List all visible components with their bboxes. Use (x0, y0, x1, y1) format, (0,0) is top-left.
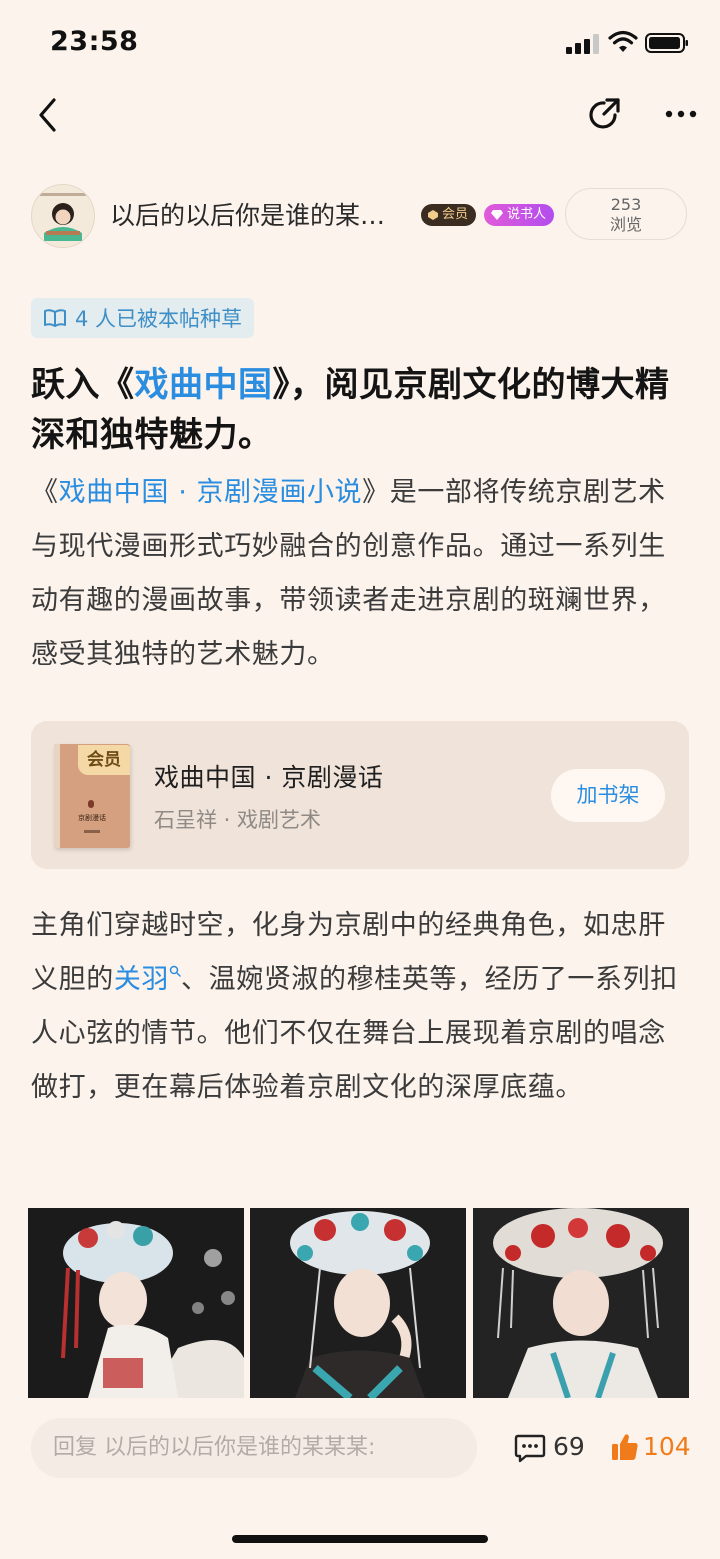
avatar[interactable] (31, 184, 95, 248)
share-icon[interactable] (585, 96, 623, 134)
book-member-tag: 会员 (78, 745, 130, 775)
title-link[interactable]: 戏曲中国 (135, 365, 273, 405)
intro-link[interactable]: 戏曲中国 · 京剧漫画小说 (59, 477, 363, 508)
grass-badge-label: 4 人已被本帖种草 (75, 307, 243, 331)
add-to-shelf-button[interactable]: 加书架 (551, 769, 665, 822)
book-title[interactable]: 戏曲中国 · 京剧漫话 (154, 758, 383, 794)
views-label: 浏览 (609, 215, 642, 234)
signal-icon (566, 34, 599, 54)
comment-count[interactable]: 69 (553, 1432, 585, 1461)
storyteller-badge-label: 说书人 (507, 207, 547, 222)
search-icon[interactable] (169, 965, 181, 979)
book-icon (44, 309, 66, 327)
author-name[interactable]: 以后的以后你是谁的某… (110, 196, 415, 232)
body-paragraph: 主角们穿越时空，化身为京剧中的经典角色，如忠肝义胆的关羽 、温婉贤淑的穆桂英等，经… (31, 899, 691, 1115)
like-icon[interactable] (611, 1432, 639, 1462)
svg-text:京剧漫话: 京剧漫话 (78, 813, 106, 822)
title-prefix: 跃入《 (31, 365, 135, 405)
post-title: 跃入《戏曲中国》，阅见京剧文化的博大精深和独特魅力。 (31, 360, 691, 460)
body-link[interactable]: 关羽 (114, 964, 169, 995)
storyteller-badge: 说书人 (484, 204, 555, 226)
more-icon[interactable] (664, 106, 698, 122)
status-time: 23:58 (50, 26, 139, 57)
post-image-1[interactable] (28, 1208, 244, 1398)
post-image-3[interactable] (473, 1208, 689, 1398)
diamond-icon (491, 210, 503, 220)
home-indicator[interactable] (232, 1535, 488, 1543)
back-icon[interactable] (36, 96, 60, 134)
member-badge: 会员 (421, 204, 477, 226)
wifi-icon (608, 30, 638, 52)
like-count[interactable]: 104 (643, 1432, 691, 1461)
intro-open: 《 (31, 477, 59, 508)
comment-icon[interactable] (514, 1433, 546, 1463)
battery-icon (645, 33, 688, 53)
grass-badge: 4 人已被本帖种草 (31, 298, 255, 338)
views-counter: 253 浏览 (565, 188, 687, 240)
post-image-2[interactable] (250, 1208, 466, 1398)
member-badge-label: 会员 (442, 207, 469, 222)
intro-paragraph: 《戏曲中国 · 京剧漫画小说》是一部将传统京剧艺术与现代漫画形式巧妙融合的创意作… (31, 466, 691, 682)
book-subtitle: 石呈祥 · 戏剧艺术 (154, 808, 322, 832)
reply-input[interactable]: 回复 以后的以后你是谁的某某某: (31, 1418, 477, 1478)
views-count: 253 (610, 195, 642, 214)
crown-icon (428, 210, 438, 220)
